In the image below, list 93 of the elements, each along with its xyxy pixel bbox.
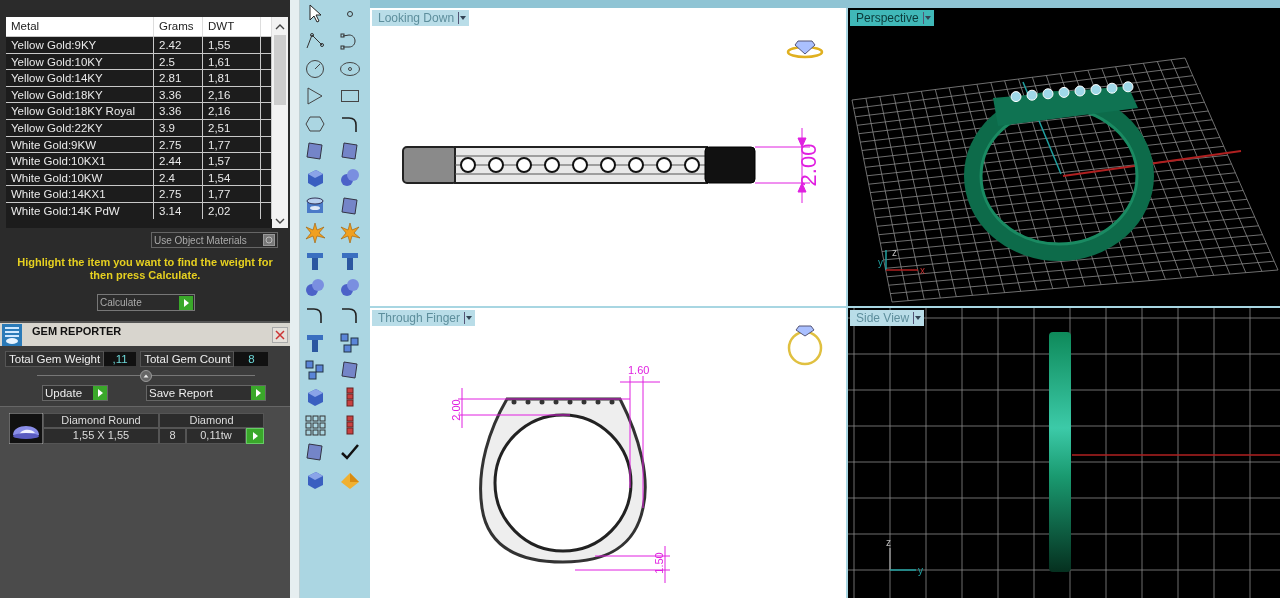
table-cell: 2,02 [203,202,261,219]
table-cell: 1,77 [203,136,261,153]
table-cell: Yellow Gold:22KY [6,119,154,136]
table-cell: 1,77 [203,186,261,202]
gem-count: 8 [159,428,186,444]
table-cell: 1,54 [203,169,261,186]
axis-label: z [892,247,897,258]
gem-weight: 0,11tw [186,428,246,444]
gem-size: 1,55 X 1,55 [43,428,159,444]
column-header[interactable]: Grams [154,17,203,36]
axis-label: z [886,537,891,548]
table-cell: 3.14 [154,202,203,219]
axis-indicator-icon [885,249,919,271]
table-cell: White Gold:14K PdW [6,202,154,219]
ring-icon [787,325,823,366]
table-cell: 1,81 [203,70,261,86]
column-header[interactable]: Metal [6,17,154,36]
caret-up-icon[interactable] [275,23,285,31]
viewport-tab[interactable]: Perspective [850,10,934,26]
table-cell: 3.9 [154,119,203,136]
table-cell: Yellow Gold:18KY Royal [6,103,154,119]
table-cell: 2,16 [203,103,261,119]
total-weight-label: Total Gem Weight [5,351,105,367]
gem-shape: Diamond Round [43,413,159,428]
table-cell: 1,61 [203,53,261,70]
spheres-icon[interactable] [339,276,361,299]
table-cell: 2.44 [154,153,203,169]
surface-icon[interactable] [304,441,326,464]
update-button[interactable]: Update [42,385,108,401]
calculate-button[interactable]: Calculate [97,294,195,311]
play-button[interactable] [246,428,264,444]
report-icon [2,323,22,346]
table-cell: White Gold:14KX1 [6,186,154,202]
caret-down-icon [464,312,474,324]
table-cell: 1,55 [203,37,261,53]
play-icon [251,386,265,400]
table-cell: 2.42 [154,37,203,53]
play-icon [179,295,193,310]
dimension-label: 2.00 [796,143,821,187]
table-cell: Yellow Gold:10KY [6,53,154,70]
close-icon [274,329,286,341]
play-icon [93,386,107,400]
axis-indicator-icon [889,547,917,571]
caret-down-icon [922,12,932,24]
axis-label: y [878,257,883,268]
table-cell: White Gold:9KW [6,136,154,153]
table-cell: 3.36 [154,86,203,103]
surface-icon[interactable] [339,194,361,217]
table-cell: Yellow Gold:18KY [6,86,154,103]
caret-down-icon [913,312,923,324]
total-weight-value: ,11 [104,352,137,366]
grid-icon[interactable] [304,413,326,436]
scrollbar[interactable] [272,17,288,228]
collapse-handle[interactable] [140,370,152,382]
caret-down-icon[interactable] [275,217,285,225]
table-cell: 2.75 [154,186,203,202]
axis-label: x [920,265,925,276]
dimension-label: 1.50 [653,552,665,574]
gem-material: Diamond [159,413,264,428]
spheres-icon[interactable] [304,276,326,299]
total-count-value: 8 [234,352,269,366]
squares-icon[interactable] [304,359,326,382]
table-cell: 2.81 [154,70,203,86]
toggle-icon [263,234,275,246]
surface-icon[interactable] [304,139,326,162]
table-cell: 2,16 [203,86,261,103]
save-report-button[interactable]: Save Report [146,385,266,401]
table-cell: 2,51 [203,119,261,136]
caret-down-icon [458,12,468,24]
total-count-label: Total Gem Count [140,351,235,367]
circle-icon[interactable] [304,57,326,80]
dimension-label: 2.00 [450,399,462,421]
table-cell: Yellow Gold:14KY [6,70,154,86]
table-cell: 2.5 [154,53,203,70]
table-cell: 2.75 [154,136,203,153]
use-object-materials-toggle[interactable]: Use Object Materials [151,232,278,248]
dimension-label: 1.60 [628,364,650,376]
table-cell: White Gold:10KW [6,169,154,186]
panel-title: GEM REPORTER [32,325,122,337]
table-cell: 2.4 [154,169,203,186]
table-cell: Yellow Gold:9KY [6,37,154,53]
table-cell: 1,57 [203,153,261,169]
surface-icon[interactable] [339,139,361,162]
close-button[interactable] [272,327,288,343]
squares-icon[interactable] [339,331,361,354]
surface-icon[interactable] [339,359,361,382]
hint-text: Highlight the item you want to find the weight for then press Calculate. [16,256,274,282]
table-cell: White Gold:10KX1 [6,153,154,169]
table-cell: 3.36 [154,103,203,119]
axis-label: y [918,565,923,576]
ring-icon [786,40,824,59]
gem-icon [9,413,43,444]
column-header[interactable]: DWT [203,17,261,36]
